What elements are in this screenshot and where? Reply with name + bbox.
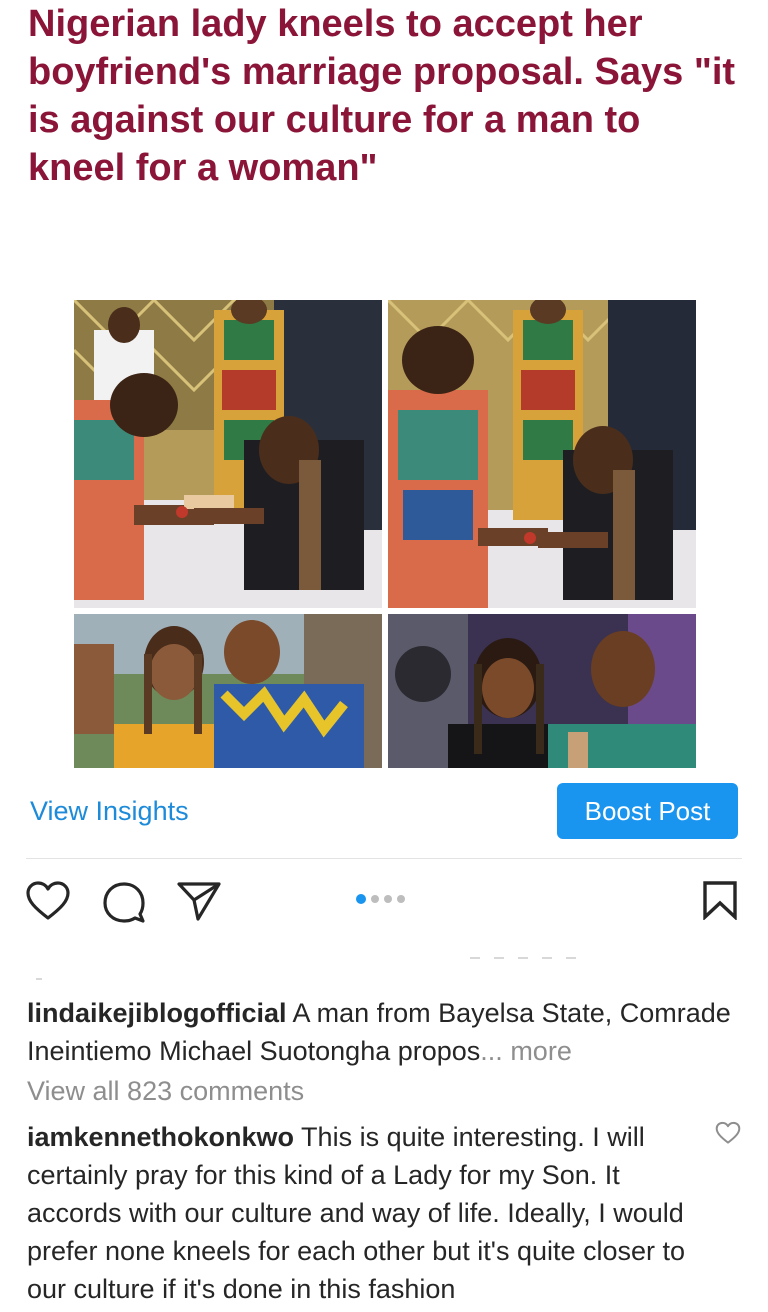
paper-plane-icon[interactable] <box>176 880 222 922</box>
comment-icon[interactable] <box>102 880 146 924</box>
divider <box>26 858 742 859</box>
view-all-comments-link[interactable]: View all 823 comments <box>27 1076 304 1107</box>
couple-photo-outdoor <box>74 614 382 768</box>
divider <box>470 957 584 959</box>
carousel-indicator <box>356 894 405 904</box>
post-caption: lindaikejiblogofficial A man from Bayels… <box>27 994 739 1070</box>
carousel-dot-active <box>356 894 366 904</box>
caption-more-link[interactable]: more <box>503 1036 572 1066</box>
carousel-dot <box>397 895 405 903</box>
heart-icon[interactable] <box>25 880 71 922</box>
comment-username[interactable]: iamkennethokonkwo <box>27 1122 294 1152</box>
bookmark-icon[interactable] <box>702 880 738 920</box>
comment-item: iamkennethokonkwo This is quite interest… <box>27 1118 707 1308</box>
view-insights-link[interactable]: View Insights <box>30 796 189 827</box>
carousel-dot <box>384 895 392 903</box>
divider <box>36 978 42 980</box>
boost-post-button[interactable]: Boost Post <box>557 783 738 839</box>
proposal-photo-1 <box>74 300 382 608</box>
caption-username[interactable]: lindaikejiblogofficial <box>27 998 287 1028</box>
caption-ellipsis: ... <box>480 1036 503 1066</box>
comment-heart-icon[interactable] <box>715 1121 741 1150</box>
couple-photo-indoor <box>388 614 696 768</box>
photo-collage[interactable] <box>74 300 696 768</box>
proposal-photo-2 <box>388 300 696 608</box>
article-headline: Nigerian lady kneels to accept her boyfr… <box>28 3 736 189</box>
carousel-dot <box>371 895 379 903</box>
